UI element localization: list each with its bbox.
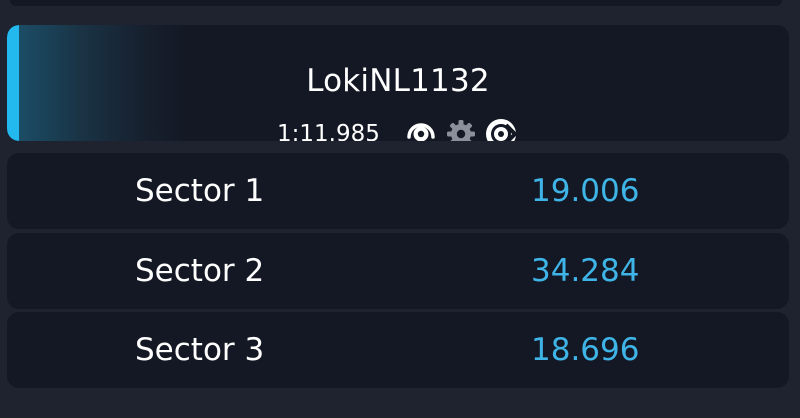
- traction-control-icon: [404, 117, 438, 141]
- gear-icon: [444, 117, 478, 141]
- sector-label: Sector 1: [135, 173, 265, 209]
- lap-info-row: 1:11.985: [277, 117, 524, 141]
- previous-card-edge: [10, 0, 782, 6]
- sector-time: 19.006: [531, 173, 640, 209]
- lap-summary-panel: LokiNL1132 1:11.985 Sector 1 19.006 Sect…: [0, 0, 800, 418]
- sector-label: Sector 2: [135, 253, 265, 289]
- driver-name: LokiNL1132: [306, 63, 490, 99]
- lap-time: 1:11.985: [277, 121, 380, 141]
- sector-time: 18.696: [531, 332, 640, 368]
- sector-row-3: Sector 3 18.696: [7, 312, 789, 388]
- sector-time: 34.284: [531, 253, 640, 289]
- sector-label: Sector 3: [135, 332, 265, 368]
- sector-row-1: Sector 1 19.006: [7, 153, 789, 229]
- sector-row-2: Sector 2 34.284: [7, 233, 789, 309]
- driver-card: LokiNL1132 1:11.985: [7, 25, 789, 141]
- abs-icon: [484, 117, 518, 141]
